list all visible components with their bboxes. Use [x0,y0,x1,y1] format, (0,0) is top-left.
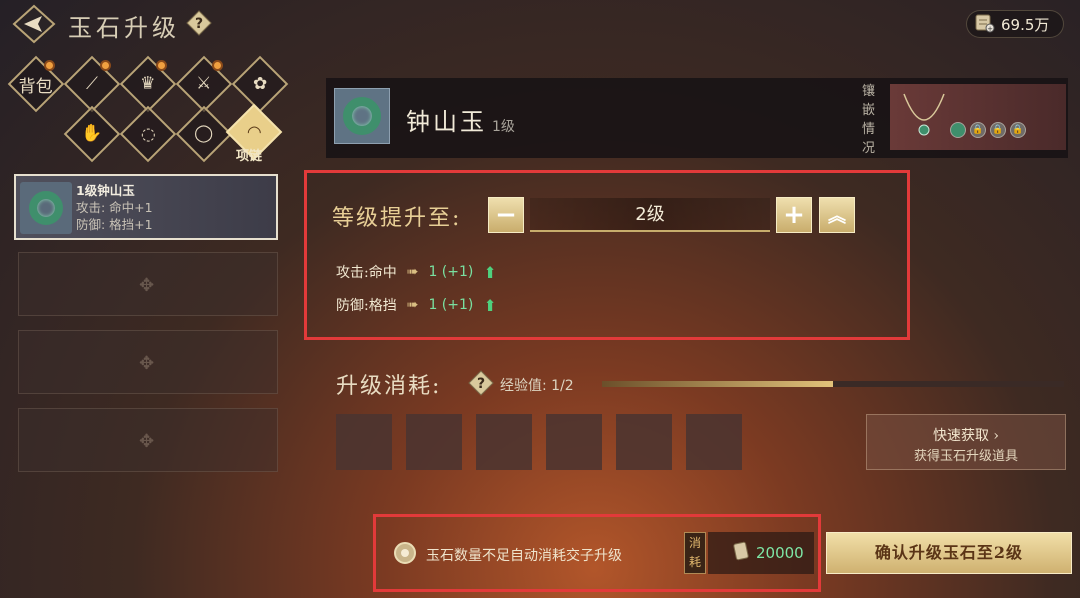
ornament-icon: ✥ [139,431,155,452]
target-level-field[interactable]: 2级 [530,198,770,232]
consume-tag: 消耗 [684,532,706,574]
empty-gem-slot[interactable]: ✥ [18,330,278,394]
inlay-status-label: 镶嵌情况 [862,84,876,156]
material-slot[interactable] [336,414,392,470]
category-bracelet[interactable]: ◯ [175,105,233,163]
help-icon[interactable]: ? [186,10,212,36]
hat-icon: ♛ [140,74,156,94]
material-slot[interactable] [406,414,462,470]
necklace-icon: ◠ [246,122,262,142]
category-armor[interactable]: ⚔ [175,55,233,113]
currency-amount: 69.5万 [1001,15,1050,34]
armor-icon: ⚔ [196,74,212,94]
bracelet-icon: ◯ [194,124,214,144]
auto-consume-checkbox[interactable] [394,542,416,564]
category-hat[interactable]: ♛ [119,55,177,113]
sword-icon: ⟋ [86,74,98,94]
necklace-icon [903,93,945,136]
material-slot[interactable] [686,414,742,470]
svg-text:?: ? [477,376,485,392]
jade-icon [29,191,63,225]
bag-label: 背包 [19,76,53,97]
notification-dot [100,60,111,71]
stat-value: 1 (+1) [428,297,474,313]
category-ornament[interactable]: ✿ [231,55,289,113]
chevron-right-icon: › [993,428,1000,444]
auto-consume-label: 玉石数量不足自动消耗交子升级 [426,548,622,564]
stat-name: 防御:格挡 [336,298,397,314]
arrow-right-icon: ➠ [406,297,419,313]
gem-level: 1级 [492,119,515,135]
scroll-currency-icon: + [973,11,995,37]
lock-icon: 🔒 [1010,122,1026,138]
level-upgrade-label: 等级提升至: [332,206,462,231]
ornament-icon: ✿ [252,74,268,94]
notification-dot [44,60,55,71]
gem-info-bar: 钟山玉 1级 镶嵌情况 🔒 🔒 🔒 [326,78,1068,158]
back-button[interactable] [12,4,56,44]
inlay-status-panel[interactable]: 🔒 🔒 🔒 [890,84,1066,150]
notification-dot [156,60,167,71]
svg-text:+: + [987,25,993,33]
confirm-upgrade-button[interactable]: 确认升级玉石至2级 [826,532,1072,574]
consume-label: 升级消耗: [336,374,442,399]
exp-progress-bar [602,381,1064,387]
gem-name: 钟山玉 [406,108,487,136]
quick-obtain-subtitle: 获得玉石升级道具 [913,449,1018,464]
currency-display: + 69.5万 [966,10,1064,38]
ring-icon: ◌ [140,124,156,144]
notification-dot [212,60,223,71]
item-name: 1级钟山玉 [76,183,135,198]
ornament-icon: ✥ [139,353,155,374]
necklace-label: 项链 [236,149,263,164]
item-stat-defense: 防御: 格挡+1 [76,217,153,232]
empty-gem-slot[interactable]: ✥ [18,408,278,472]
item-stat-attack: 攻击: 命中+1 [76,200,153,215]
exp-label: 经验值: 1/2 [500,375,574,395]
gem-thumbnail [334,88,390,144]
arrow-up-icon: ⬆ [483,262,497,282]
cost-display: 20000 [708,532,814,574]
stat-value: 1 (+1) [428,264,474,280]
ornament-icon: ✥ [139,275,155,296]
material-slot[interactable] [616,414,672,470]
exp-text: 经验值: [500,378,547,394]
arrow-up-icon: ⬆ [483,295,497,315]
empty-gem-slot[interactable]: ✥ [18,252,278,316]
stat-name: 攻击:命中 [336,265,397,281]
help-icon[interactable]: ? [468,370,494,400]
category-weapon[interactable]: ⟋ [63,55,121,113]
material-slot[interactable] [546,414,602,470]
quick-obtain-title: 快速获取 [932,428,989,444]
max-level-button[interactable]: ︽ [819,197,855,233]
quick-obtain-button[interactable]: 快速获取 › 获得玉石升级道具 [866,414,1066,470]
page-title: 玉石升级 [68,14,180,42]
arrow-right-icon: ➠ [406,264,419,280]
cost-amount: 20000 [756,544,804,562]
scroll-currency-icon [732,541,750,565]
jade-thumbnail [20,182,72,234]
glove-icon: ✋ [81,123,103,144]
gem-list-item-selected[interactable]: 1级钟山玉 攻击: 命中+1 防御: 格挡+1 [14,174,278,240]
svg-text:?: ? [195,16,203,32]
material-slot[interactable] [476,414,532,470]
stat-row-defense: 防御:格挡 ➠ 1 (+1) ⬆ [336,295,497,315]
category-ring[interactable]: ◌ [119,105,177,163]
jade-icon [343,97,381,135]
stat-row-attack: 攻击:命中 ➠ 1 (+1) ⬆ [336,262,497,282]
increase-level-button[interactable]: + [776,197,812,233]
inlaid-gem-slot-icon [950,122,966,138]
decrease-level-button[interactable]: − [488,197,524,233]
lock-icon: 🔒 [990,122,1006,138]
lock-icon: 🔒 [970,122,986,138]
exp-value: 1/2 [551,378,574,394]
category-bag[interactable]: 背包 [7,55,65,113]
back-arrow-icon [12,4,56,44]
category-glove[interactable]: ✋ [63,105,121,163]
exp-progress-fill [602,381,833,387]
